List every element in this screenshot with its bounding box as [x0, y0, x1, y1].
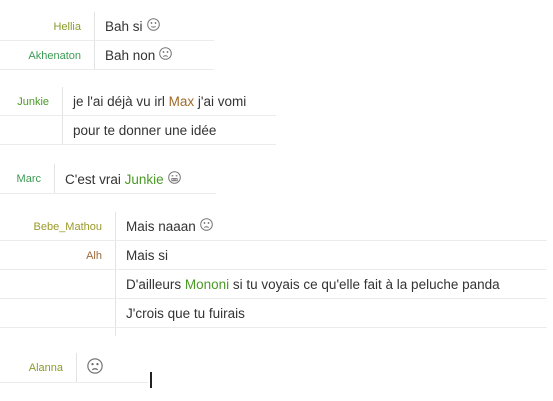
username-marc[interactable]: Marc — [0, 173, 54, 185]
row-divider — [0, 382, 148, 383]
message-text: Bah si — [94, 12, 214, 41]
message-row: Bebe_Mathou Mais naaan — [0, 212, 547, 241]
message-group-marc: Marc C'est vrai Junkie — [0, 164, 216, 194]
mention-mononi[interactable]: Mononi — [185, 277, 229, 292]
message-body-end: j'ai vomi — [194, 94, 247, 109]
message-body: Mais si — [126, 248, 169, 263]
message-row: pour te donner une idée — [0, 116, 276, 145]
message-text: Mais si — [115, 241, 547, 270]
username-bebe-mathou[interactable]: Bebe_Mathou — [0, 221, 115, 233]
sad-face-icon — [159, 47, 173, 60]
username-alanna[interactable]: Alanna — [0, 362, 76, 374]
message-row: Junkie je l'ai déjà vu irl Max j'ai vomi — [0, 87, 276, 116]
message-text: je l'ai déjà vu irl Max j'ai vomi — [62, 87, 276, 116]
message-body-end: si tu voyais ce qu'elle fait à la peluch… — [229, 277, 500, 292]
message-text: J'crois que tu fuirais — [115, 299, 547, 328]
neutral-face-icon — [146, 18, 160, 31]
message-body: Bah non — [105, 48, 156, 63]
message-group-alanna: Alanna — [0, 353, 148, 383]
message-body: je l'ai déjà vu irl — [73, 94, 169, 109]
message-group-hellia: Hellia Bah si Akhenaton Bah non — [0, 12, 214, 70]
message-row: Hellia Bah si — [0, 12, 214, 41]
row-divider — [0, 144, 276, 145]
message-group-bebe-mathou: Bebe_Mathou Mais naaan Alh Mais si D'ail… — [0, 212, 547, 336]
text-cursor — [150, 372, 152, 388]
message-row: Marc C'est vrai Junkie — [0, 164, 216, 194]
sad-face-icon — [87, 358, 103, 374]
row-divider — [0, 69, 214, 70]
message-text: Bah non — [94, 41, 214, 70]
grimace-face-icon — [167, 170, 181, 184]
row-divider — [0, 193, 216, 194]
message-body: pour te donner une idée — [73, 123, 217, 138]
message-row-spacer — [0, 328, 547, 336]
message-body: Bah si — [105, 19, 143, 34]
message-text: pour te donner une idée — [62, 116, 276, 145]
message-body: C'est vrai — [65, 171, 125, 187]
sad-face-icon — [199, 218, 213, 231]
message-text: Mais naaan — [115, 212, 547, 241]
username-alh[interactable]: Alh — [0, 250, 115, 262]
message-row: Alh Mais si — [0, 241, 547, 270]
message-group-junkie: Junkie je l'ai déjà vu irl Max j'ai vomi… — [0, 87, 276, 145]
message-row: J'crois que tu fuirais — [0, 299, 547, 328]
username-hellia[interactable]: Hellia — [0, 21, 94, 33]
username-junkie[interactable]: Junkie — [0, 96, 62, 108]
username-akhenaton[interactable]: Akhenaton — [0, 50, 94, 62]
message-body: D'ailleurs — [126, 277, 185, 292]
message-text-empty — [115, 328, 547, 336]
message-text: D'ailleurs Mononi si tu voyais ce qu'ell… — [115, 270, 547, 299]
message-body: Mais naaan — [126, 219, 196, 234]
message-row: Akhenaton Bah non — [0, 41, 214, 70]
message-text — [76, 353, 148, 383]
message-body: J'crois que tu fuirais — [126, 306, 245, 321]
mention-max[interactable]: Max — [169, 94, 195, 109]
message-row: Alanna — [0, 353, 148, 383]
mention-junkie[interactable]: Junkie — [125, 172, 164, 187]
message-text: C'est vrai Junkie — [54, 164, 216, 194]
message-row: D'ailleurs Mononi si tu voyais ce qu'ell… — [0, 270, 547, 299]
